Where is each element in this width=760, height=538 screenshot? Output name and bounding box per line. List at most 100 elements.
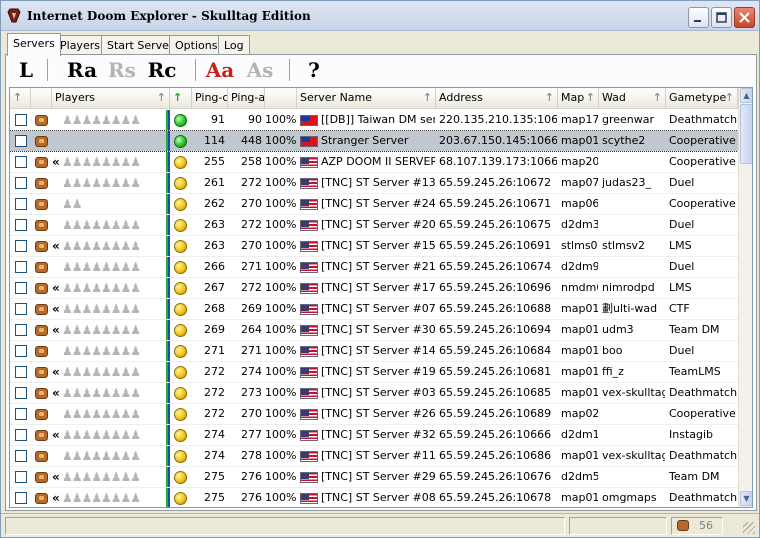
header-ping-c[interactable]: Ping-c bbox=[192, 88, 228, 109]
map-cell: map07 bbox=[561, 176, 598, 189]
server-icon bbox=[35, 409, 48, 420]
server-icon bbox=[35, 283, 48, 294]
header-ping-a[interactable]: Ping-a bbox=[228, 88, 265, 109]
table-row[interactable]: «♟♟♟♟♟♟♟♟ 269 264100% [TNC] ST Server #30: … bbox=[10, 320, 738, 341]
row-checkbox[interactable] bbox=[15, 282, 27, 294]
row-checkbox[interactable] bbox=[15, 408, 27, 420]
table-row[interactable]: ♟♟♟♟♟♟♟♟ 91 90100% [[DB]] Taiwan DM serve 22… bbox=[10, 110, 738, 131]
status-ball-icon bbox=[174, 387, 187, 400]
header-wad[interactable]: Wad ↑ bbox=[599, 88, 666, 109]
auto-all-tool[interactable]: Aa bbox=[205, 57, 235, 83]
row-content: ♟♟♟♟♟♟♟♟ 261 272100% [TNC] ST Server #13: >… bbox=[10, 173, 738, 193]
header-percent[interactable] bbox=[265, 88, 297, 109]
gametype-cell: Cooperative bbox=[669, 197, 736, 210]
gametype-cell: Cooperative bbox=[669, 155, 736, 168]
players-cell: «♟♟♟♟♟♟♟♟ bbox=[52, 299, 166, 319]
row-checkbox[interactable] bbox=[15, 450, 27, 462]
row-checkbox[interactable] bbox=[15, 114, 27, 126]
header-check[interactable]: ↑ bbox=[10, 88, 31, 109]
auto-selected-tool[interactable]: As bbox=[245, 57, 275, 83]
table-row[interactable]: «♟♟♟♟♟♟♟♟ 268 269100% [TNC] ST Server #07: … bbox=[10, 299, 738, 320]
close-button[interactable] bbox=[734, 7, 755, 28]
help-tool[interactable]: ? bbox=[305, 57, 323, 83]
address-cell: 65.59.245.26:10686 bbox=[439, 449, 552, 462]
row-checkbox[interactable] bbox=[15, 429, 27, 441]
ping-a-cell: 274 bbox=[241, 365, 262, 378]
header-server-name[interactable]: Server Name ↑ bbox=[297, 88, 436, 109]
ping-c-cell: 255 bbox=[204, 155, 225, 168]
vertical-scrollbar[interactable]: ▲ ▼ bbox=[738, 88, 752, 507]
server-icon bbox=[35, 241, 48, 252]
tab-servers[interactable]: Servers bbox=[7, 33, 61, 56]
header-gametype[interactable]: Gametype ↑ bbox=[666, 88, 738, 109]
row-checkbox[interactable] bbox=[15, 156, 27, 168]
table-row[interactable]: ♟♟♟♟♟♟♟♟ 272 270100% [TNC] ST Server #26: >… bbox=[10, 404, 738, 425]
table-row[interactable]: 114 448 100% Stranger Server 203.67.150.145:… bbox=[10, 130, 739, 152]
table-row[interactable]: ♟♟♟♟♟♟♟♟ 266 271100% [TNC] ST Server #21: >… bbox=[10, 257, 738, 278]
row-checkbox[interactable] bbox=[15, 345, 27, 357]
row-checkbox[interactable] bbox=[15, 303, 27, 315]
refresh-all-tool[interactable]: Ra bbox=[67, 57, 97, 83]
resize-grip[interactable] bbox=[743, 522, 755, 534]
team-color-strip bbox=[166, 110, 170, 130]
table-row[interactable]: «♟♟♟♟♟♟♟♟ 255 258 100% AZP DOOM II SERVER 68.… bbox=[10, 152, 738, 173]
status-ball-icon bbox=[174, 429, 187, 442]
header-status[interactable]: ↑ bbox=[170, 88, 192, 109]
table-row[interactable]: «♟♟♟♟♟♟♟♟ 275 276100% [TNC] ST Server #08: … bbox=[10, 488, 738, 507]
refresh-custom-tool[interactable]: Rc bbox=[147, 57, 177, 83]
table-row[interactable]: ♟♟♟♟♟♟♟♟ 263 272100% [TNC] ST Server #20: >… bbox=[10, 215, 738, 236]
tab-start-server[interactable]: Start Server bbox=[101, 35, 180, 55]
row-checkbox[interactable] bbox=[15, 387, 27, 399]
server-icon bbox=[35, 304, 48, 315]
row-content: ♟♟♟♟♟♟♟♟ 274 278100% [TNC] ST Server #11: >… bbox=[10, 446, 738, 466]
table-row[interactable]: «♟♟♟♟♟♟♟♟ 274 277100% [TNC] ST Server #32: … bbox=[10, 425, 738, 446]
table-row[interactable]: «♟♟♟♟♟♟♟♟ 275 276100% [TNC] ST Server #29: … bbox=[10, 467, 738, 488]
header-icon[interactable] bbox=[31, 88, 52, 109]
refresh-selected-tool[interactable]: Rs bbox=[107, 57, 137, 83]
row-checkbox[interactable] bbox=[15, 366, 27, 378]
header-players[interactable]: Players ↑ bbox=[52, 88, 170, 109]
wad-cell bbox=[602, 467, 665, 487]
scroll-up-button[interactable]: ▲ bbox=[740, 88, 752, 103]
player-indicator: « bbox=[52, 386, 60, 400]
row-checkbox[interactable] bbox=[15, 324, 27, 336]
table-row[interactable]: «♟♟♟♟♟♟♟♟ 267 272100% [TNC] ST Server #17: … bbox=[10, 278, 738, 299]
ping-c-cell: 263 bbox=[204, 239, 225, 252]
scroll-down-button[interactable]: ▼ bbox=[740, 491, 752, 506]
tab-log[interactable]: Log bbox=[218, 35, 250, 55]
maximize-button[interactable] bbox=[711, 7, 732, 28]
table-row[interactable]: ♟♟♟♟♟♟♟♟271271100%[TNC] ST Server #14: >… bbox=[10, 341, 738, 362]
header-address[interactable]: Address ↑ bbox=[436, 88, 558, 109]
wad-cell: nimrodpd bbox=[602, 281, 655, 294]
taiwan-flag-icon bbox=[300, 115, 318, 126]
table-row[interactable]: «♟♟♟♟♟♟♟♟ 272 274100% [TNC] ST Server #19: … bbox=[10, 362, 738, 383]
tab-options[interactable]: Options bbox=[169, 35, 224, 55]
list-tool[interactable]: L bbox=[15, 57, 37, 83]
row-checkbox[interactable] bbox=[15, 135, 27, 147]
minimize-button[interactable] bbox=[688, 7, 709, 28]
table-row[interactable]: «♟♟♟♟♟♟♟♟ 263 270100% [TNC] ST Server #15: … bbox=[10, 236, 738, 257]
address-cell: 220.135.210.135:10666 bbox=[439, 113, 557, 126]
tab-players[interactable]: Players bbox=[54, 35, 106, 55]
row-checkbox[interactable] bbox=[15, 261, 27, 273]
header-map[interactable]: Map ↑ bbox=[558, 88, 599, 109]
row-checkbox[interactable] bbox=[15, 471, 27, 483]
title-bar[interactable]: Internet Doom Explorer - Skulltag Editio… bbox=[1, 1, 759, 31]
usa-flag-icon bbox=[300, 241, 318, 252]
scroll-thumb[interactable] bbox=[740, 104, 752, 164]
row-checkbox[interactable] bbox=[15, 492, 27, 504]
table-row[interactable]: ♟♟♟♟♟♟♟♟ 261 272100% [TNC] ST Server #13: >… bbox=[10, 173, 738, 194]
row-checkbox[interactable] bbox=[15, 219, 27, 231]
row-checkbox[interactable] bbox=[15, 177, 27, 189]
server-name-cell: [TNC] ST Server #07: > bbox=[321, 302, 435, 315]
gametype-cell: Deathmatch bbox=[669, 386, 737, 399]
row-checkbox[interactable] bbox=[15, 240, 27, 252]
table-row[interactable]: ♟♟ 262 270100% [TNC] ST Server #24: > 65.59.… bbox=[10, 194, 738, 215]
map-cell: map01 bbox=[561, 302, 598, 315]
row-content: ♟♟♟♟♟♟♟♟271271100%[TNC] ST Server #14: >… bbox=[10, 341, 738, 361]
table-row[interactable]: ♟♟♟♟♟♟♟♟ 274 278100% [TNC] ST Server #11: >… bbox=[10, 446, 738, 467]
row-checkbox[interactable] bbox=[15, 198, 27, 210]
players-cell: «♟♟♟♟♟♟♟♟ bbox=[52, 467, 166, 487]
table-row[interactable]: «♟♟♟♟♟♟♟♟ 272 273100% [TNC] ST Server #03: … bbox=[10, 383, 738, 404]
server-list[interactable]: ↑ Players ↑ ↑ Ping-c Ping-a Server Name ↑ … bbox=[9, 87, 753, 508]
